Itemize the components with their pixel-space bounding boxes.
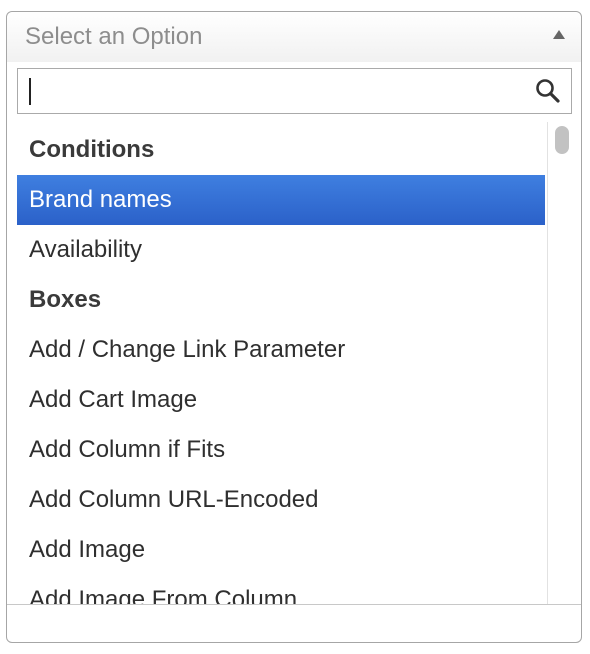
- select-placeholder: Select an Option: [25, 23, 203, 50]
- search-input[interactable]: [17, 68, 572, 114]
- select-dropdown[interactable]: Select an Option Conditions Brand names …: [6, 11, 582, 643]
- triangle-up-icon[interactable]: [553, 30, 565, 39]
- group-label-boxes: Boxes: [29, 286, 102, 313]
- option-brand-names[interactable]: Brand names: [17, 175, 545, 225]
- option-availability[interactable]: Availability: [17, 225, 545, 275]
- scrollbar-thumb[interactable]: [555, 126, 569, 154]
- select-trigger[interactable]: Select an Option: [7, 12, 581, 62]
- options-list: Conditions Brand names Availability Boxe…: [17, 125, 545, 605]
- group-label-conditions: Conditions: [29, 136, 155, 163]
- option-add-column-if-fits[interactable]: Add Column if Fits: [17, 425, 545, 475]
- scrollbar-track: [547, 122, 548, 604]
- scrollbar[interactable]: [547, 122, 573, 604]
- option-add-image-from-column[interactable]: Add Image From Column: [17, 575, 545, 605]
- option-add-column-url-encoded[interactable]: Add Column URL-Encoded: [17, 475, 545, 525]
- divider: [7, 604, 581, 605]
- text-caret: [29, 78, 31, 105]
- option-add-cart-image[interactable]: Add Cart Image: [17, 375, 545, 425]
- option-add-change-link-parameter[interactable]: Add / Change Link Parameter: [17, 325, 545, 375]
- search-icon: [536, 79, 560, 103]
- option-add-image[interactable]: Add Image: [17, 525, 545, 575]
